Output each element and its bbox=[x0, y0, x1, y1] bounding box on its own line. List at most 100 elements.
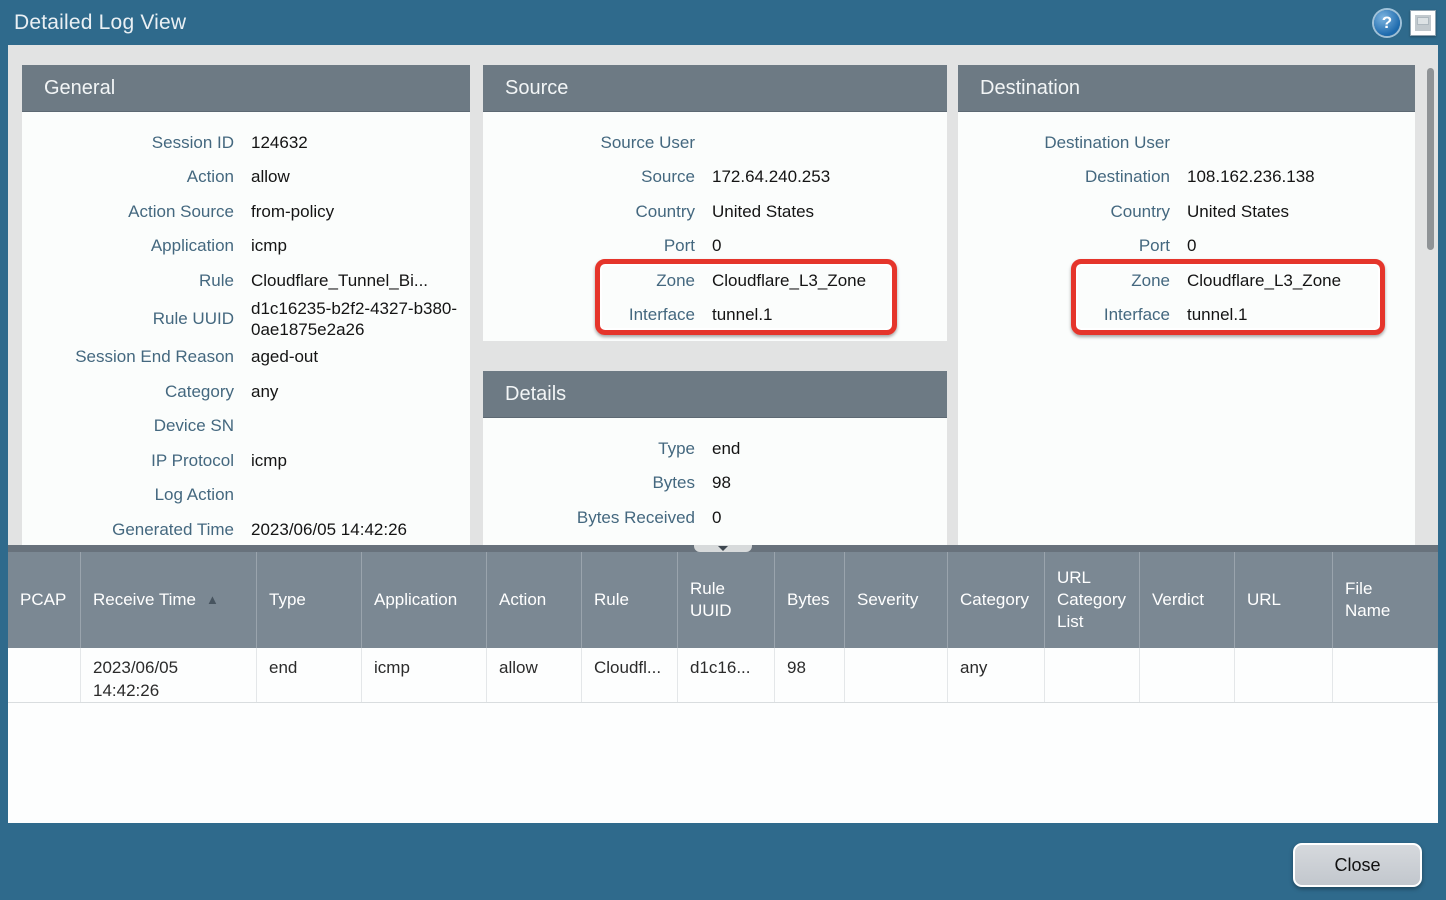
field-row-rule-uuid: Rule UUIDd1c16235-b2f2-4327-b380-0ae1875… bbox=[22, 298, 470, 340]
destination-panel: Destination Destination User Destination… bbox=[958, 65, 1415, 545]
field-label: IP Protocol bbox=[22, 450, 234, 471]
column-header-type[interactable]: Type bbox=[257, 552, 362, 648]
field-value: from-policy bbox=[234, 201, 344, 222]
panel-title: Destination bbox=[980, 77, 1080, 100]
cell-application: icmp bbox=[362, 648, 487, 702]
field-label: Session ID bbox=[22, 132, 234, 153]
field-value: allow bbox=[234, 166, 300, 187]
field-label: Source bbox=[483, 166, 695, 187]
column-header-verdict[interactable]: Verdict bbox=[1140, 552, 1235, 648]
field-label: Action Source bbox=[22, 201, 234, 222]
column-header-severity[interactable]: Severity bbox=[845, 552, 948, 648]
table-row[interactable]: 2023/06/05 14:42:26 end icmp allow Cloud… bbox=[8, 648, 1438, 703]
column-header-bytes[interactable]: Bytes bbox=[775, 552, 845, 648]
detail-panels-region: General Session ID124632 Actionallow Act… bbox=[8, 45, 1438, 545]
field-value: Cloudflare_L3_Zone bbox=[695, 270, 876, 291]
cell-type: end bbox=[257, 648, 362, 702]
field-row-log-action: Log Action bbox=[22, 478, 470, 513]
field-label: Destination User bbox=[958, 132, 1170, 153]
field-row-type: Typeend bbox=[483, 431, 947, 466]
column-header-application[interactable]: Application bbox=[362, 552, 487, 648]
dialog-title: Detailed Log View bbox=[0, 11, 186, 35]
cell-severity bbox=[845, 648, 948, 702]
column-header-url-category-list[interactable]: URL Category List bbox=[1045, 552, 1140, 648]
general-panel-header: General bbox=[22, 65, 470, 112]
splitter-collapse-handle[interactable] bbox=[694, 545, 752, 552]
field-value: icmp bbox=[234, 450, 297, 471]
field-row-zone: ZoneCloudflare_L3_Zone bbox=[958, 263, 1415, 298]
field-value: tunnel.1 bbox=[1170, 304, 1258, 325]
panel-title: Details bbox=[505, 383, 566, 406]
field-label: Source User bbox=[483, 132, 695, 153]
source-panel-header: Source bbox=[483, 65, 947, 112]
field-row-country: CountryUnited States bbox=[483, 194, 947, 229]
field-label: Country bbox=[483, 201, 695, 222]
column-header-action[interactable]: Action bbox=[487, 552, 582, 648]
field-value: 124632 bbox=[234, 132, 318, 153]
field-row-ip-protocol: IP Protocolicmp bbox=[22, 443, 470, 478]
general-panel-body: Session ID124632 Actionallow Action Sour… bbox=[22, 112, 470, 545]
close-button[interactable]: Close bbox=[1293, 843, 1422, 887]
field-value: Cloudflare_Tunnel_Bi... bbox=[234, 270, 438, 291]
cell-url-category-list bbox=[1045, 648, 1140, 702]
field-row-application: Applicationicmp bbox=[22, 229, 470, 264]
field-value: 2023/06/05 14:42:26 bbox=[234, 519, 417, 540]
log-table: PCAP Receive Time▲ Type Application Acti… bbox=[8, 552, 1438, 823]
cell-rule: Cloudfl... bbox=[582, 648, 678, 702]
field-row-category: Categoryany bbox=[22, 374, 470, 409]
field-value: 0 bbox=[695, 507, 731, 528]
field-value: 0 bbox=[1170, 235, 1206, 256]
cell-receive-time: 2023/06/05 14:42:26 bbox=[81, 648, 257, 702]
column-header-category[interactable]: Category bbox=[948, 552, 1045, 648]
field-label: Port bbox=[958, 235, 1170, 256]
field-row-action-source: Action Sourcefrom-policy bbox=[22, 194, 470, 229]
field-value: 0 bbox=[695, 235, 731, 256]
field-value: 108.162.236.138 bbox=[1170, 166, 1325, 187]
field-value: d1c16235-b2f2-4327-b380-0ae1875e2a26 bbox=[234, 298, 470, 340]
field-value: aged-out bbox=[234, 346, 328, 367]
column-header-rule-uuid[interactable]: Rule UUID bbox=[678, 552, 775, 648]
scrollbar-thumb[interactable] bbox=[1427, 68, 1434, 250]
field-value: any bbox=[234, 381, 288, 402]
field-label: Rule bbox=[22, 270, 234, 291]
field-value: end bbox=[695, 438, 750, 459]
help-icon[interactable]: ? bbox=[1374, 10, 1400, 36]
field-row-generated-time: Generated Time2023/06/05 14:42:26 bbox=[22, 512, 470, 545]
field-row-session-end-reason: Session End Reasonaged-out bbox=[22, 340, 470, 375]
field-label: Log Action bbox=[22, 484, 234, 505]
field-label: Application bbox=[22, 235, 234, 256]
cell-url bbox=[1235, 648, 1333, 702]
field-row-action: Actionallow bbox=[22, 160, 470, 195]
field-label: Zone bbox=[958, 270, 1170, 291]
field-row-destination-user: Destination User bbox=[958, 125, 1415, 160]
splitter-bar[interactable] bbox=[8, 545, 1438, 552]
column-header-url[interactable]: URL bbox=[1235, 552, 1333, 648]
column-header-receive-time[interactable]: Receive Time▲ bbox=[81, 552, 257, 648]
chevron-down-icon bbox=[718, 546, 728, 551]
details-panel-header: Details bbox=[483, 371, 947, 418]
vertical-scrollbar[interactable] bbox=[1422, 45, 1438, 545]
window-restore-icon[interactable] bbox=[1410, 10, 1436, 36]
source-panel-body: Source User Source172.64.240.253 Country… bbox=[483, 112, 947, 332]
column-header-file-name[interactable]: File Name bbox=[1333, 552, 1438, 648]
source-panel: Source Source User Source172.64.240.253 … bbox=[483, 65, 947, 341]
cell-file-name bbox=[1333, 648, 1438, 702]
field-label: Category bbox=[22, 381, 234, 402]
field-row-source: Source172.64.240.253 bbox=[483, 160, 947, 195]
field-row-port: Port0 bbox=[958, 229, 1415, 264]
field-label: Type bbox=[483, 438, 695, 459]
cell-action: allow bbox=[487, 648, 582, 702]
field-row-device-sn: Device SN bbox=[22, 409, 470, 444]
field-row-country: CountryUnited States bbox=[958, 194, 1415, 229]
field-row-destination: Destination108.162.236.138 bbox=[958, 160, 1415, 195]
field-row-zone: ZoneCloudflare_L3_Zone bbox=[483, 263, 947, 298]
field-label: Session End Reason bbox=[22, 346, 234, 367]
column-header-pcap[interactable]: PCAP bbox=[8, 552, 81, 648]
field-row-session-id: Session ID124632 bbox=[22, 125, 470, 160]
field-label: Interface bbox=[483, 304, 695, 325]
field-row-rule: RuleCloudflare_Tunnel_Bi... bbox=[22, 263, 470, 298]
destination-panel-body: Destination User Destination108.162.236.… bbox=[958, 112, 1415, 332]
column-header-rule[interactable]: Rule bbox=[582, 552, 678, 648]
panel-title: Source bbox=[505, 77, 568, 100]
field-value: tunnel.1 bbox=[695, 304, 783, 325]
